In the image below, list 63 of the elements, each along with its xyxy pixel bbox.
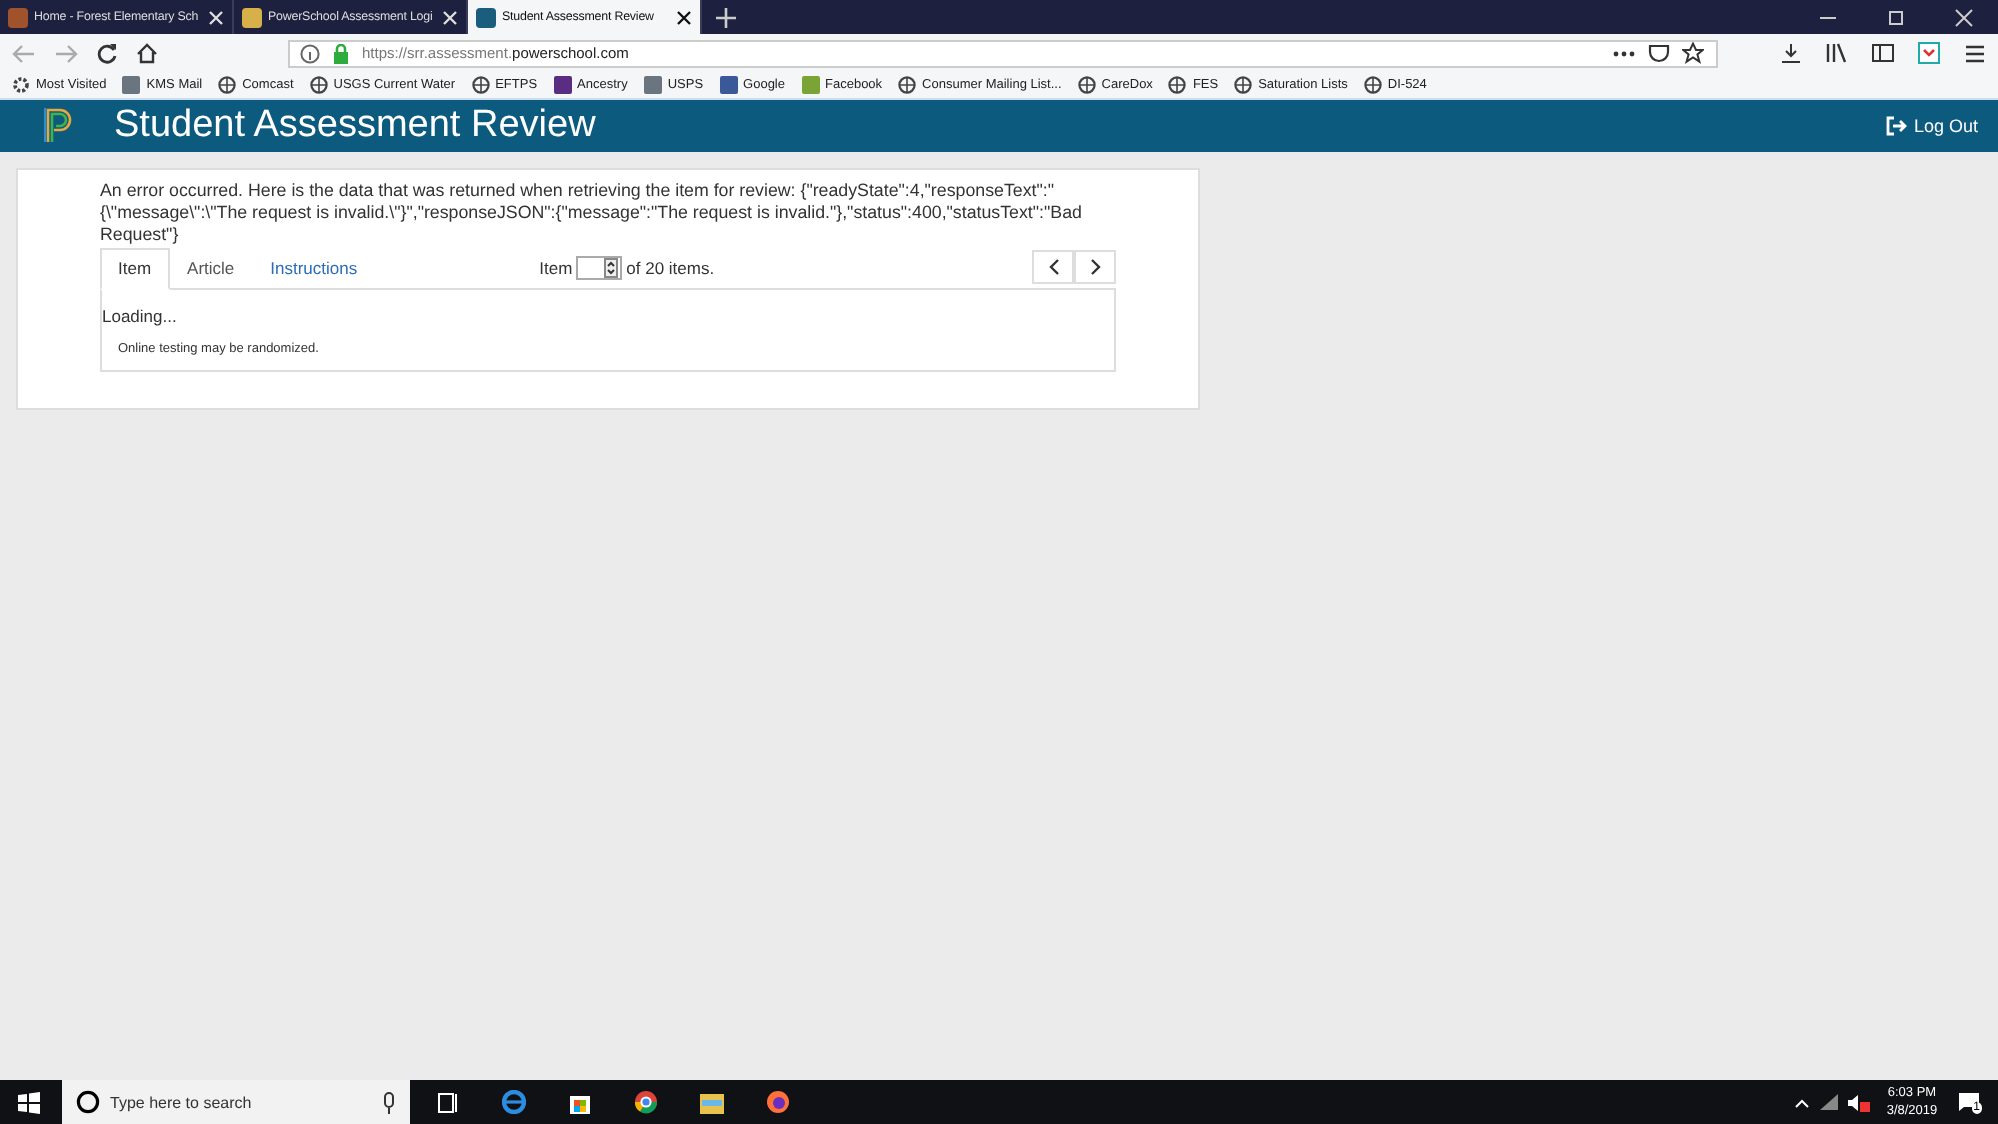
- download-icon[interactable]: [1780, 42, 1802, 64]
- speaker-muted-icon[interactable]: [1848, 1093, 1871, 1111]
- firefox-icon[interactable]: [766, 1090, 790, 1114]
- store-icon[interactable]: [568, 1090, 592, 1114]
- logout-icon: [1885, 116, 1908, 136]
- next-button[interactable]: [1074, 250, 1116, 284]
- message-icon: [1957, 1092, 1980, 1112]
- logo-icon: [44, 108, 76, 144]
- site-icon: [8, 7, 28, 27]
- sidebar-icon[interactable]: [1872, 42, 1894, 64]
- site-icon: [553, 76, 572, 94]
- app-title: Student Assessment Review: [114, 104, 596, 148]
- library-icon[interactable]: [1826, 42, 1848, 64]
- edge-browser-icon[interactable]: [502, 1090, 526, 1114]
- tab[interactable]: Article: [169, 248, 253, 290]
- site-icon: [801, 76, 819, 94]
- item-number-field[interactable]: [576, 255, 623, 279]
- folder-icon[interactable]: [700, 1091, 724, 1113]
- logout-link[interactable]: Log Out: [1885, 116, 1978, 136]
- previous-button[interactable]: [1032, 250, 1074, 284]
- site-icon: [476, 7, 496, 27]
- globe-icon: [1363, 76, 1382, 94]
- chevron-up-icon[interactable]: [1794, 1097, 1811, 1107]
- home-icon[interactable]: [136, 42, 158, 64]
- tab[interactable]: Item: [100, 248, 170, 290]
- site-icon: [643, 76, 662, 94]
- gear-icon: [12, 76, 30, 94]
- restore-icon[interactable]: [1886, 7, 1906, 27]
- globe-icon: [309, 76, 328, 94]
- pager-label: Item: [539, 257, 573, 277]
- globe-icon: [1077, 76, 1096, 94]
- loading-text: Loading...: [102, 306, 179, 326]
- shield-icon[interactable]: [1648, 42, 1670, 64]
- globe-icon: [1168, 76, 1187, 94]
- globe-icon: [471, 76, 490, 94]
- new-tab-icon[interactable]: [716, 7, 736, 27]
- menu-icon[interactable]: [1964, 43, 1986, 63]
- site-icon: [242, 7, 262, 27]
- reload-icon[interactable]: [96, 42, 118, 64]
- pocket-icon[interactable]: [1918, 42, 1940, 64]
- task-view-icon[interactable]: [438, 1091, 460, 1113]
- chevron-left-icon: [1047, 258, 1059, 276]
- tab[interactable]: Instructions: [252, 248, 376, 290]
- star-icon[interactable]: [1682, 42, 1704, 64]
- error-message: An error occurred. Here is the data that was returned when retrieving the item for review: {"readyState":4,"responseText":"{\"message\":\"The request is invalid.\"}","responseJSON":{"message":"The request is invalid."},"status":400,"statusText":"Bad Request"}: [100, 180, 1084, 246]
- windows-icon[interactable]: [18, 1091, 40, 1113]
- site-icon: [122, 76, 141, 94]
- spinner-arrows-icon[interactable]: [604, 257, 619, 277]
- network-icon[interactable]: [1820, 1094, 1839, 1110]
- search-icon: [76, 1090, 100, 1114]
- info-icon[interactable]: [300, 43, 320, 63]
- globe-icon: [1234, 76, 1253, 94]
- pager-count: of 20 items.: [626, 257, 715, 277]
- chevron-right-icon: [1089, 258, 1101, 276]
- close-icon[interactable]: [676, 9, 692, 25]
- globe-icon: [898, 76, 917, 94]
- chrome-icon[interactable]: [634, 1090, 658, 1114]
- microphone-icon[interactable]: [382, 1091, 396, 1113]
- lock-icon: [332, 43, 350, 63]
- site-icon: [719, 76, 738, 94]
- globe-icon: [218, 76, 237, 94]
- more-icon[interactable]: [1612, 49, 1636, 57]
- search-field[interactable]: Type here to search: [62, 1080, 410, 1124]
